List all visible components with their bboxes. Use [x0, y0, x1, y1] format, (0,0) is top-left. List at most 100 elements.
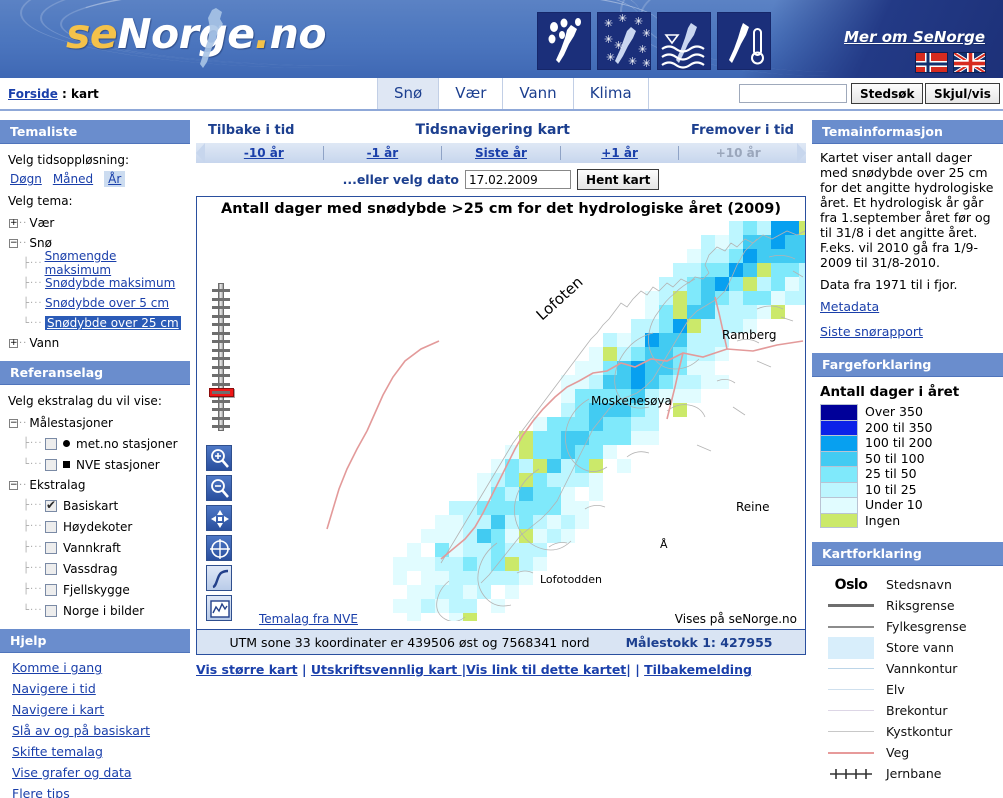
layer-vassdrag[interactable]: ├··· Vassdrag: [23, 558, 184, 579]
water-level-icon[interactable]: [657, 12, 711, 70]
time-option-ar[interactable]: År: [104, 171, 126, 187]
time-step-link-siste-ar[interactable]: Siste år: [475, 146, 527, 160]
stedsok-button[interactable]: Stedsøk: [851, 83, 924, 104]
metadata-link[interactable]: Metadata: [820, 299, 995, 314]
map-grid-cell: [505, 571, 519, 585]
map-grid-cell: [519, 487, 533, 501]
tree-node-vann[interactable]: + ·· Vann: [9, 333, 184, 353]
thermometer-icon[interactable]: [717, 12, 771, 70]
tree-elbow: ├···: [23, 438, 43, 449]
group-malestasjoner[interactable]: − ·· Målestasjoner: [9, 413, 184, 433]
zoom-slider[interactable]: [206, 283, 236, 431]
snow-icon[interactable]: [537, 12, 591, 70]
help-link-flere-tips[interactable]: Flere tips: [12, 786, 184, 798]
breadcrumb-home-link[interactable]: Forside: [8, 87, 58, 101]
map-canvas[interactable]: LofotenVestvågøyaLeknesRambergGravdalMos…: [197, 221, 805, 621]
time-option-dogn[interactable]: Døgn: [10, 172, 42, 186]
vis-link-til-dette-kartet-link[interactable]: Vis link til dette kartet: [466, 662, 626, 677]
stars-snow-icon[interactable]: ✳ ✳ ✳ ✳ ✳ ✳ ✳ ✳ ✳ ✳: [597, 12, 651, 70]
help-link-navigere-i-tid[interactable]: Navigere i tid: [12, 681, 184, 696]
tab-vann[interactable]: Vann: [502, 78, 574, 109]
map-grid-cell: [505, 557, 519, 571]
date-input[interactable]: [465, 170, 572, 189]
skjul-vis-button[interactable]: Skjul/vis: [925, 83, 1000, 104]
norway-flag[interactable]: [915, 52, 948, 73]
checkbox-vannkraft[interactable]: [45, 541, 57, 554]
tree-elbow: ├···: [23, 542, 43, 553]
tab-klima[interactable]: Klima: [572, 78, 649, 109]
map-key-label: Stedsnavn: [886, 577, 952, 592]
map-grid-cell: [477, 571, 491, 585]
help-link-vise-grafer-og-data[interactable]: Vise grafer og data: [12, 765, 184, 780]
collapse-icon[interactable]: −: [9, 480, 18, 490]
map-container[interactable]: Antall dager med snødybde >25 cm for det…: [196, 196, 806, 655]
place-search-input[interactable]: [739, 84, 847, 103]
tree-node-vaer[interactable]: + ·· Vær: [9, 213, 184, 233]
checkbox-basiskart[interactable]: [45, 498, 57, 512]
zoom-in-icon[interactable]: [206, 445, 232, 471]
checkbox-hoydekoter[interactable]: [45, 520, 57, 533]
map-grid-cell: [617, 347, 631, 361]
map-grid-cell: [673, 389, 687, 403]
checkbox-fjellskygge[interactable]: [45, 583, 57, 596]
tree-node-sno[interactable]: − ·· Snø: [9, 233, 184, 253]
tree-item-snodybde-over-25[interactable]: └··· Snødybde over 25 cm: [23, 313, 184, 333]
zoom-slider-tick: [212, 297, 230, 301]
siste-snorapport-link[interactable]: Siste snørapport: [820, 324, 995, 339]
theme-link-snodybde-over-25[interactable]: Snødybde over 25 cm: [45, 316, 181, 330]
pan-icon[interactable]: [206, 505, 232, 531]
expand-icon[interactable]: +: [9, 218, 18, 228]
layer-hoydekoter[interactable]: ├··· Høydekoter: [23, 516, 184, 537]
center-target-icon[interactable]: [206, 535, 232, 561]
tilbakemelding-link[interactable]: Tilbakemelding: [644, 662, 752, 677]
vis-storre-kart-link[interactable]: Vis større kart: [196, 662, 298, 677]
mer-om-senorge-link[interactable]: Mer om SeNorge: [844, 28, 985, 46]
time-step-link-minus1[interactable]: -1 år: [367, 146, 399, 160]
help-link-komme-i-gang[interactable]: Komme i gang: [12, 660, 184, 675]
profile-curve-icon[interactable]: [206, 565, 232, 591]
layer-basiskart[interactable]: ├··· Basiskart: [23, 495, 184, 516]
time-step-link-minus10[interactable]: -10 år: [244, 146, 284, 160]
collapse-icon[interactable]: −: [9, 418, 18, 428]
map-raster[interactable]: LofotenVestvågøyaLeknesRambergGravdalMos…: [197, 221, 805, 621]
help-link-skifte-temalag[interactable]: Skifte temalag: [12, 744, 184, 759]
time-option-maned[interactable]: Måned: [53, 172, 93, 186]
temalag-fra-nve-link[interactable]: Temalag fra NVE: [259, 612, 358, 626]
collapse-icon[interactable]: −: [9, 238, 18, 248]
checkbox-vassdrag[interactable]: [45, 562, 57, 575]
map-grid-cell: [449, 501, 463, 515]
theme-link-snodybde-maksimum[interactable]: Snødybde maksimum: [45, 276, 175, 290]
time-step-link-plus1[interactable]: +1 år: [601, 146, 638, 160]
map-grid-cell: [547, 417, 561, 431]
checkbox-metno-stasjoner[interactable]: [45, 437, 57, 450]
zoom-out-icon[interactable]: [206, 475, 232, 501]
layer-nve-stasjoner[interactable]: └··· NVE stasjoner: [23, 454, 184, 475]
map-grid-cell: [491, 459, 505, 473]
map-grid-cell: [603, 347, 617, 361]
map-grid-cell: [547, 501, 561, 515]
layer-metno-stasjoner[interactable]: ├··· met.no stasjoner: [23, 433, 184, 454]
group-ekstralag[interactable]: − ·· Ekstralag: [9, 475, 184, 495]
map-grid-cell: [491, 515, 505, 529]
utskriftsvennlig-kart-link[interactable]: Utskriftsvennlig kart: [311, 662, 462, 677]
checkbox-nve-stasjoner[interactable]: [45, 458, 57, 471]
tab-var[interactable]: Vær: [438, 78, 504, 109]
help-link-navigere-i-kart[interactable]: Navigere i kart: [12, 702, 184, 717]
tree-item-snomengde-maksimum[interactable]: ├··· Snømengde maksimum: [23, 249, 184, 277]
theme-link-snomengde-maksimum[interactable]: Snømengde maksimum: [45, 249, 184, 277]
layer-norge-i-bilder[interactable]: └··· Norge i bilder: [23, 600, 184, 621]
checkbox-norge-i-bilder[interactable]: [45, 604, 57, 617]
layer-vannkraft[interactable]: ├··· Vannkraft: [23, 537, 184, 558]
uk-flag[interactable]: [953, 52, 986, 73]
tree-item-snodybde-maksimum[interactable]: ├··· Snødybde maksimum: [23, 273, 184, 293]
hent-kart-button[interactable]: Hent kart: [577, 169, 660, 190]
map-grid-cell: [631, 431, 645, 445]
theme-link-snodybde-over-5[interactable]: Snødybde over 5 cm: [45, 296, 169, 310]
tree-item-snodybde-over-5[interactable]: ├··· Snødybde over 5 cm: [23, 293, 184, 313]
tab-sno[interactable]: Snø: [377, 78, 440, 109]
expand-icon[interactable]: +: [9, 338, 18, 348]
map-grid-cell: [743, 263, 757, 277]
help-link-sla-av-og-pa-basiskart[interactable]: Slå av og på basiskart: [12, 723, 184, 738]
map-grid-cell: [575, 445, 589, 459]
layer-fjellskygge[interactable]: ├··· Fjellskygge: [23, 579, 184, 600]
